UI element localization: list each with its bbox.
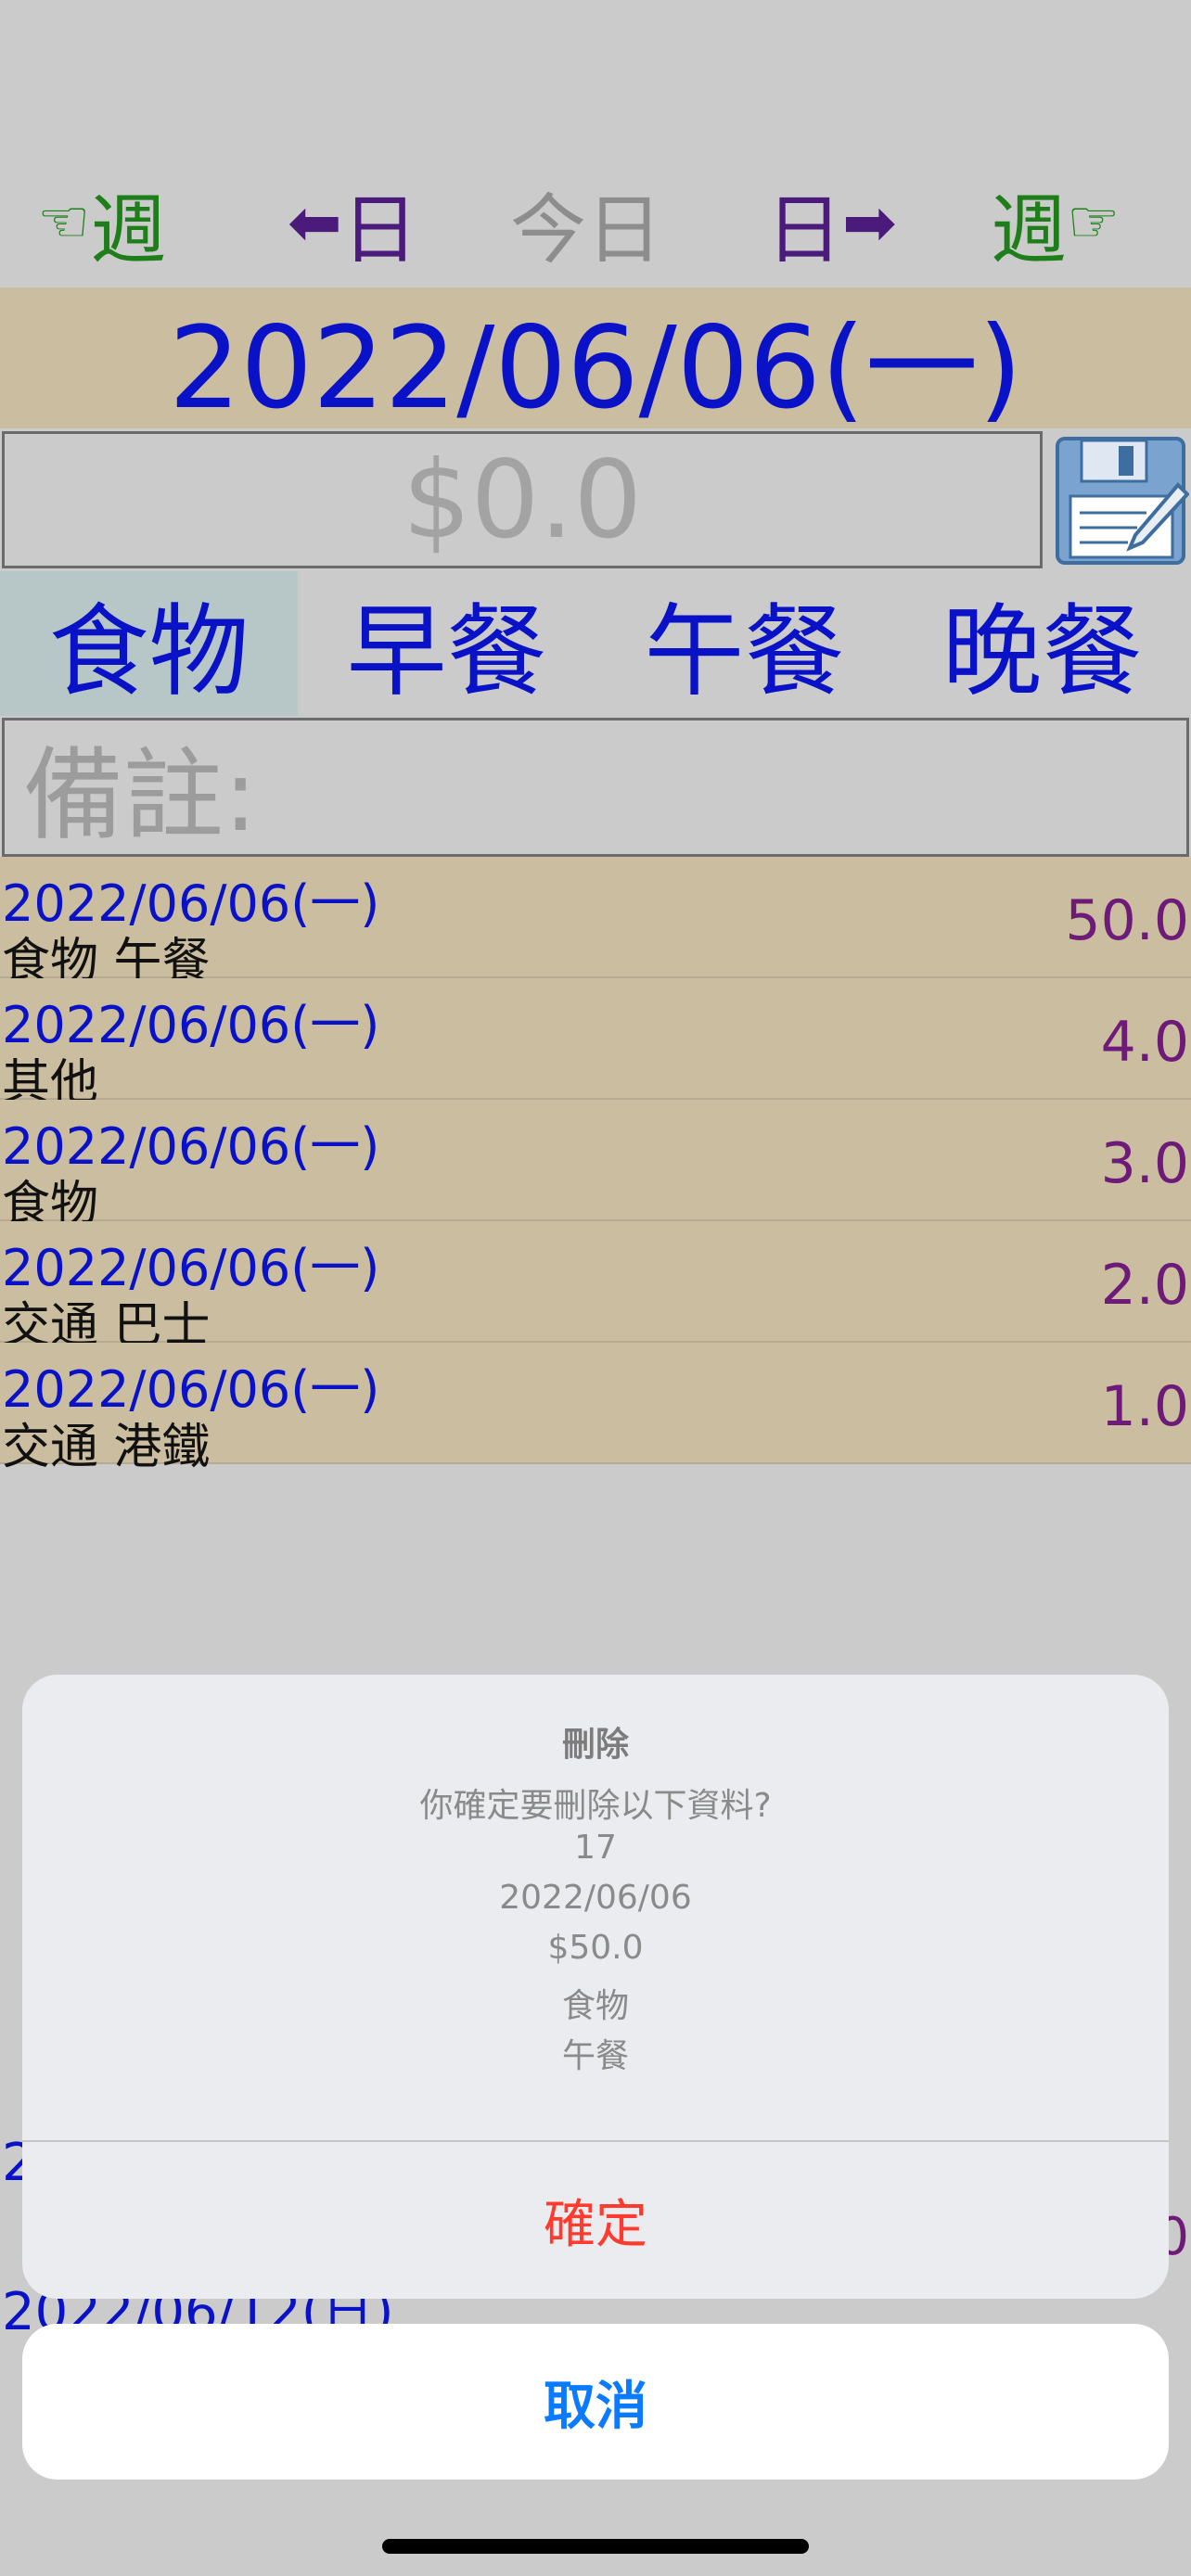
- entry-amount: 2.0: [1100, 1253, 1189, 1318]
- category-lunch[interactable]: 午餐: [596, 571, 893, 716]
- category-dinner[interactable]: 晚餐: [893, 571, 1191, 716]
- dialog-record-amount: $50.0: [547, 1929, 644, 1967]
- dialog-record-id: 17: [574, 1829, 617, 1867]
- entry-amount: 50.0: [1065, 888, 1189, 953]
- entry-amount: 1.0: [1100, 1374, 1189, 1439]
- confirm-delete-button[interactable]: 確定: [22, 2142, 1169, 2299]
- dialog-title: 刪除: [561, 1726, 629, 1764]
- list-item[interactable]: 2022/06/06(一) 食物 午餐 50.0: [0, 857, 1191, 989]
- dialog-record-subcategory: 午餐: [561, 2037, 629, 2075]
- category-breakfast[interactable]: 早餐: [298, 571, 596, 716]
- list-item[interactable]: 2022/06/06(一) 交通 港鐵 1.0: [0, 1343, 1191, 1475]
- entry-amount: 4.0: [1100, 1010, 1189, 1075]
- entry-category: 交通 港鐵: [2, 1420, 211, 1475]
- list-item[interactable]: 2022/06/06(一) 交通 巴士 2.0: [0, 1221, 1191, 1354]
- dialog-record-date: 2022/06/06: [499, 1879, 692, 1917]
- list-item[interactable]: 2022/06/06(一) 其他 4.0: [0, 978, 1191, 1111]
- nav-next-week[interactable]: 週 ☞: [991, 167, 1120, 278]
- next-week-label: 週: [991, 185, 1068, 274]
- dialog-question: 你確定要刪除以下資料?: [419, 1787, 772, 1825]
- nav-prev-day[interactable]: ⬅ 日: [288, 167, 418, 278]
- selected-date[interactable]: 2022/06/06(一): [0, 287, 1191, 434]
- pointing-right-hand-icon: ☞: [1067, 188, 1121, 257]
- nav-prev-week[interactable]: ☜ 週: [37, 167, 166, 278]
- category-food[interactable]: 食物: [0, 571, 298, 716]
- entry-amount: 3.0: [1100, 1131, 1189, 1196]
- note-input[interactable]: 備註:: [2, 718, 1189, 857]
- nav-next-day[interactable]: 日 ➡: [766, 167, 897, 278]
- pointing-left-hand-icon: ☜: [37, 188, 91, 257]
- save-button[interactable]: [1054, 433, 1190, 568]
- home-indicator[interactable]: [382, 2539, 809, 2554]
- floppy-disk-icon: [1056, 437, 1190, 565]
- prev-week-label: 週: [90, 185, 167, 274]
- dialog-message: 刪除 你確定要刪除以下資料? 17 2022/06/06 $50.0 食物 午餐: [22, 1675, 1169, 2140]
- entry-list: 2022/06/06(一) 食物 午餐 50.0 2022/06/06(一) 其…: [0, 857, 1191, 1475]
- nav-today[interactable]: 今日: [510, 167, 662, 278]
- prev-day-label: 日: [341, 185, 418, 274]
- left-arrow-icon: ⬅: [288, 185, 342, 261]
- delete-action-sheet: 刪除 你確定要刪除以下資料? 17 2022/06/06 $50.0 食物 午餐…: [22, 1675, 1169, 2299]
- next-day-label: 日: [766, 185, 843, 274]
- right-arrow-icon: ➡: [842, 185, 897, 261]
- dialog-record-category: 食物: [561, 1987, 629, 2025]
- category-tabs: 食物 早餐 午餐 晚餐: [0, 571, 1191, 716]
- amount-input[interactable]: $0.0: [2, 431, 1043, 568]
- list-item[interactable]: 2022/06/06(一) 食物 3.0: [0, 1100, 1191, 1232]
- cancel-button[interactable]: 取消: [22, 2324, 1169, 2480]
